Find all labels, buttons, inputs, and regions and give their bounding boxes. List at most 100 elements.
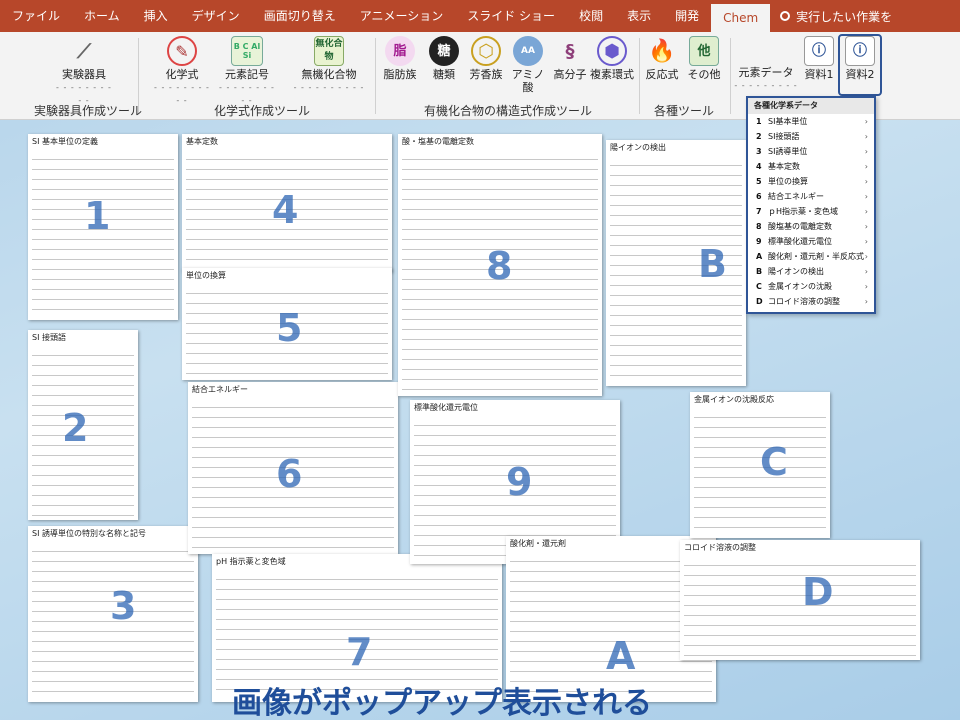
marker-b: B xyxy=(698,242,727,286)
tab-insert[interactable]: 挿入 xyxy=(132,0,180,32)
card-title: 金属イオンの沈殿反応 xyxy=(694,395,774,404)
tab-home[interactable]: ホーム xyxy=(72,0,132,32)
menu-item-si-base-units[interactable]: 1 SI基本単位 › xyxy=(748,114,874,129)
marker-9: 9 xyxy=(506,460,533,504)
chevron-right-icon: › xyxy=(864,162,868,171)
material1-button[interactable]: ⓘ 資料1 xyxy=(800,36,838,81)
menu-item-si-derived-units[interactable]: 3 SI誘導単位 › xyxy=(748,144,874,159)
chevron-right-icon: › xyxy=(864,267,868,276)
menu-key: C xyxy=(756,282,762,291)
menu-item-si-prefixes[interactable]: 2 SI接頭語 › xyxy=(748,129,874,144)
card-title: コロイド溶液の調整 xyxy=(684,543,756,552)
lab-equipment-button[interactable]: ⟋ 実験器具 - - - - - - - - - - xyxy=(56,36,112,107)
menu-label: SI基本単位 xyxy=(768,117,808,126)
aliphatic-label: 脂肪族 xyxy=(383,68,417,81)
menu-label: 酸塩基の電離定数 xyxy=(768,222,832,231)
menu-item-bond-energy[interactable]: 6 結合エネルギー › xyxy=(748,189,874,204)
table-grid xyxy=(684,556,916,656)
sugar-label: 糖類 xyxy=(433,68,455,81)
menu-key: 1 xyxy=(756,117,762,126)
tab-file[interactable]: ファイル xyxy=(0,0,72,32)
marker-1: 1 xyxy=(84,194,111,238)
menu-label: 結合エネルギー xyxy=(768,192,824,201)
card-title: 陽イオンの検出 xyxy=(610,143,666,152)
benzene-icon: ⬡ xyxy=(471,36,501,66)
chemical-formula-label: 化学式 xyxy=(165,68,199,81)
card-title: 基本定数 xyxy=(186,137,218,146)
chevron-right-icon: › xyxy=(864,252,868,261)
ribbon-tab-bar: ファイル ホーム 挿入 デザイン 画面切り替え アニメーション スライド ショー… xyxy=(0,0,960,32)
tab-developer[interactable]: 開発 xyxy=(663,0,711,32)
inorganic-compound-button[interactable]: 無化合物 無機化合物 - - - - - - - - - - xyxy=(290,36,368,94)
dots-divider: - - - - - - - - - - xyxy=(293,83,365,92)
tab-animations[interactable]: アニメーション xyxy=(348,0,456,32)
tab-transitions[interactable]: 画面切り替え xyxy=(252,0,348,32)
tell-me-search[interactable]: 実行したい作業を xyxy=(780,8,892,25)
dots-divider: - - - - - - - - - - xyxy=(154,83,210,105)
card-title: 単位の換算 xyxy=(186,271,226,280)
menu-item-ph-indicators[interactable]: 7 ｐH指示薬・変色域 › xyxy=(748,204,874,219)
menu-label: 酸化剤・還元剤・半反応式 xyxy=(768,252,864,261)
aromatic-label: 芳香族 xyxy=(469,68,503,81)
heterocycle-button[interactable]: ⬢ 複素環式 xyxy=(590,36,634,81)
menu-item-unit-conversion[interactable]: 5 単位の換算 › xyxy=(748,174,874,189)
polymer-button[interactable]: § 高分子 xyxy=(550,36,590,81)
card-title: 標準酸化還元電位 xyxy=(414,403,478,412)
wand-icon: ⟋ xyxy=(77,38,91,63)
menu-item-constants[interactable]: 4 基本定数 › xyxy=(748,159,874,174)
menu-item-acid-base-constants[interactable]: 8 酸塩基の電離定数 › xyxy=(748,219,874,234)
card-title: SI 基本単位の定義 xyxy=(32,137,98,146)
element-symbol-button[interactable]: B C Al Si 元素記号 - - - - - - - - - - xyxy=(218,36,276,107)
tab-view[interactable]: 表示 xyxy=(615,0,663,32)
group-separator xyxy=(730,38,731,114)
menu-item-oxidizers-reducers[interactable]: A 酸化剤・還元剤・半反応式 › xyxy=(748,249,874,264)
amino-acid-label: アミノ酸 xyxy=(511,68,545,94)
menu-item-colloid-preparation[interactable]: D コロイド溶液の調整 › xyxy=(748,294,874,309)
other-button[interactable]: 他 その他 xyxy=(684,36,724,81)
menu-label: ｐH指示薬・変色域 xyxy=(768,207,839,216)
aromatic-button[interactable]: ⬡ 芳香族 xyxy=(466,36,506,81)
element-data-label: 元素データ xyxy=(738,66,794,79)
lab-equipment-label: 実験器具 xyxy=(62,68,106,81)
tab-chem[interactable]: Chem xyxy=(711,4,771,32)
menu-key: 7 xyxy=(756,207,762,216)
menu-key: A xyxy=(756,252,763,261)
menu-item-cation-detection[interactable]: B 陽イオンの検出 › xyxy=(748,264,874,279)
menu-item-redox-potential[interactable]: 9 標準酸化還元電位 › xyxy=(748,234,874,249)
marker-3: 3 xyxy=(110,584,137,628)
sugar-icon: 糖 xyxy=(429,36,459,66)
marker-5: 5 xyxy=(276,306,303,350)
chemical-formula-button[interactable]: ✎ 化学式 - - - - - - - - - - xyxy=(154,36,210,107)
chevron-right-icon: › xyxy=(864,297,868,306)
tab-slideshow[interactable]: スライド ショー xyxy=(455,0,567,32)
marker-8: 8 xyxy=(486,244,513,288)
menu-key: D xyxy=(756,297,763,306)
menu-key: 6 xyxy=(756,192,762,201)
group-label-organic: 有機化合物の構造式作成ツール xyxy=(424,104,593,118)
reaction-button[interactable]: 🔥 反応式 xyxy=(642,36,682,81)
tab-review[interactable]: 校閲 xyxy=(567,0,615,32)
aliphatic-button[interactable]: 脂 脂肪族 xyxy=(380,36,420,81)
card-colloid-preparation[interactable]: コロイド溶液の調整 xyxy=(680,540,920,660)
sugar-button[interactable]: 糖 糖類 xyxy=(424,36,464,81)
marker-a: A xyxy=(606,634,636,678)
dropdown-title: 各種化学系データ xyxy=(748,98,874,114)
chevron-right-icon: › xyxy=(864,282,868,291)
menu-item-metal-precipitation[interactable]: C 金属イオンの沈殿 › xyxy=(748,279,874,294)
menu-label: 標準酸化還元電位 xyxy=(768,237,832,246)
menu-key: 3 xyxy=(756,147,762,156)
menu-label: 基本定数 xyxy=(768,162,800,171)
menu-label: SI接頭語 xyxy=(768,132,800,141)
amino-acid-button[interactable]: AA アミノ酸 xyxy=(508,36,548,94)
material1-label: 資料1 xyxy=(804,68,834,81)
marker-4: 4 xyxy=(272,188,299,232)
group-separator xyxy=(639,38,640,114)
search-label: 実行したい作業を xyxy=(796,9,893,24)
menu-label: コロイド溶液の調整 xyxy=(768,297,840,306)
tab-design[interactable]: デザイン xyxy=(180,0,252,32)
marker-d: D xyxy=(802,570,834,614)
chevron-right-icon: › xyxy=(864,192,868,201)
chevron-right-icon: › xyxy=(864,132,868,141)
other-label: その他 xyxy=(687,68,721,81)
card-title: 結合エネルギー xyxy=(192,385,248,394)
